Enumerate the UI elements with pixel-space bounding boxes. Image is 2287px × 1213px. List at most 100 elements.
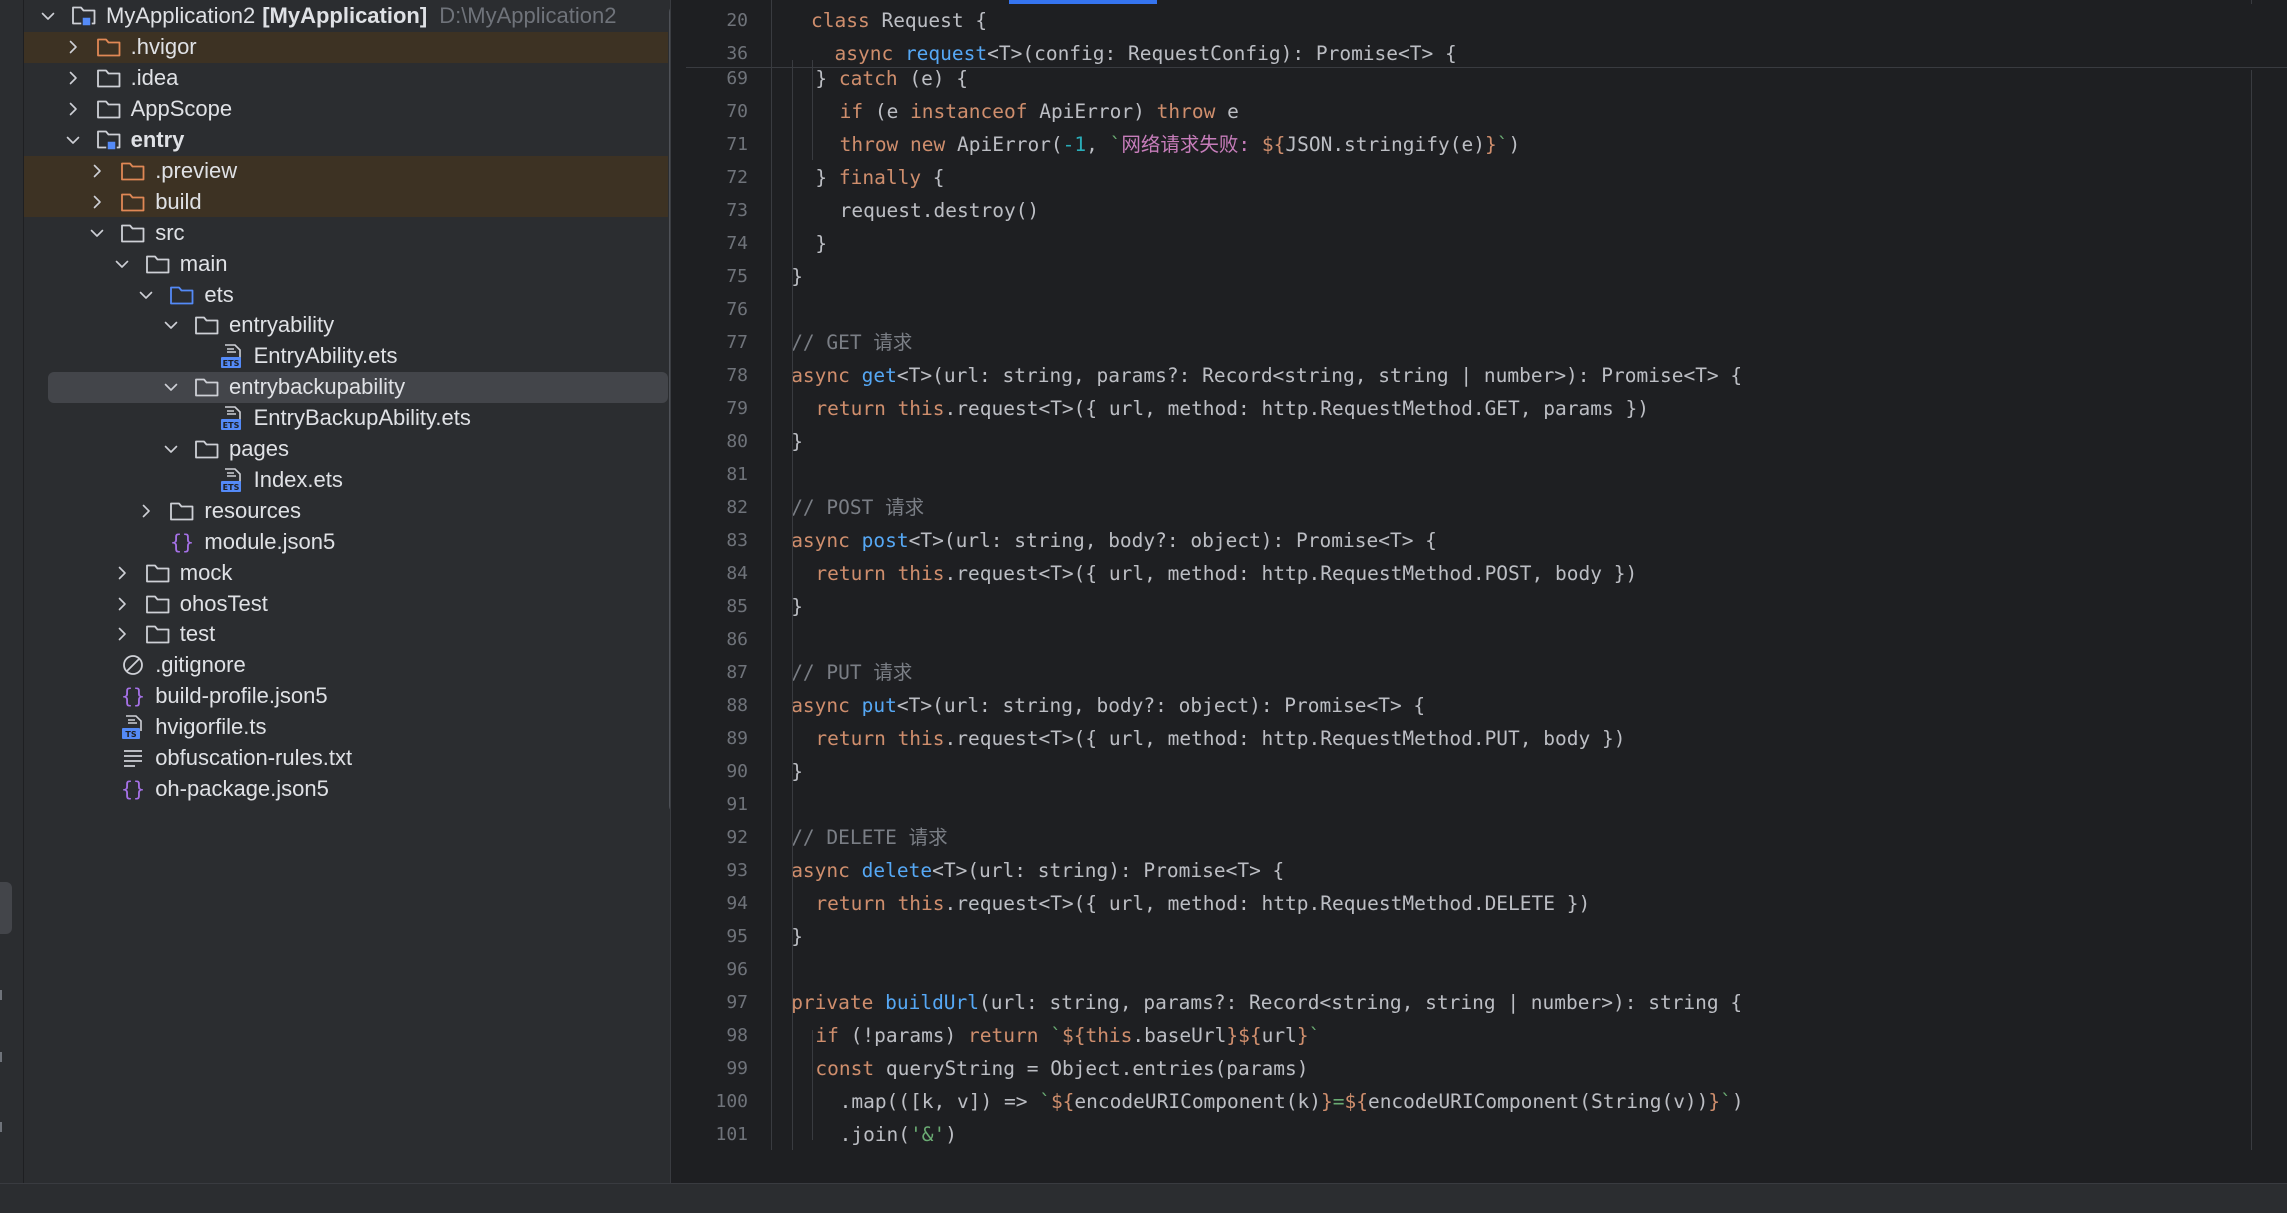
line-number: 99 (726, 1058, 748, 1079)
code-line[interactable]: async delete<T>(url: string): Promise<T>… (791, 854, 1284, 887)
code-token: 网络请求失败: (1121, 133, 1262, 156)
code-line[interactable]: .map(([k, v]) => `${encodeURIComponent(k… (840, 1085, 1744, 1118)
svg-text:{}: {} (121, 777, 145, 801)
tree-item-obfuscation-rules-txt[interactable]: obfuscation-rules.txt (24, 743, 668, 774)
code-line[interactable]: throw new ApiError(-1, `网络请求失败: ${JSON.s… (840, 128, 1521, 161)
chevron-down-icon[interactable] (110, 252, 134, 276)
tree-item-idea[interactable]: .idea (24, 63, 668, 94)
code-line[interactable]: // GET 请求 (791, 326, 912, 359)
chevron-right-icon[interactable] (85, 190, 109, 214)
chevron-right-icon[interactable] (110, 592, 134, 616)
code-token: this (1085, 1024, 1133, 1047)
code-line[interactable]: const queryString = Object.entries(param… (815, 1052, 1308, 1085)
tree-item-ets[interactable]: ets (24, 279, 668, 310)
chevron-down-icon[interactable] (85, 221, 109, 245)
sticky-line[interactable]: 20 class Request { (686, 4, 2287, 37)
line-number: 94 (726, 893, 748, 914)
code-line[interactable]: async put<T>(url: string, body?: object)… (791, 689, 1425, 722)
chevron-right-icon[interactable] (61, 66, 85, 90)
code-line[interactable]: // POST 请求 (791, 491, 924, 524)
code-line[interactable]: // DELETE 请求 (791, 821, 947, 854)
chevron-down-icon[interactable] (36, 4, 60, 28)
tree-item-src[interactable]: src (24, 217, 668, 248)
tree-item-label: build (155, 188, 202, 214)
svg-text:ETS: ETS (222, 483, 239, 492)
chevron-right-icon[interactable] (61, 35, 85, 59)
tree-item-entryability[interactable]: entryability (24, 310, 668, 341)
chevron-down-icon[interactable] (61, 128, 85, 152)
svg-text:{}: {} (170, 530, 194, 554)
code-line[interactable]: request.destroy() (840, 194, 1040, 227)
tree-item-module-json5[interactable]: {} module.json5 (24, 526, 668, 557)
code-line[interactable]: async post<T>(url: string, body?: object… (791, 524, 1437, 557)
project-tool-tab[interactable] (0, 882, 12, 934)
tree-item-hvigor[interactable]: .hvigor (24, 31, 668, 63)
chevron-right-icon[interactable] (110, 622, 134, 646)
code-editor[interactable]: 69 70 71 72 73 74 75 76 77 78 79 80 81 82 83 84 85 86 87 88… (686, 0, 2287, 1183)
chevron-right-icon[interactable] (110, 561, 134, 585)
tree-item-entrybackupability-ets[interactable]: ETS EntryBackupAbility.ets (24, 403, 668, 434)
chevron-down-icon[interactable] (159, 375, 183, 399)
tree-item-gitignore[interactable]: .gitignore (24, 650, 668, 681)
sticky-line[interactable]: 36 async request<T>(config: RequestConfi… (686, 37, 2287, 70)
tree-item-myapplication2[interactable]: MyApplication2 [MyApplication] D:\MyApplic… (24, 1, 668, 32)
tree-item-preview[interactable]: .preview (24, 155, 668, 187)
project-tree-panel: MyApplication2 [MyApplication] D:\MyApplic… (24, 0, 670, 1183)
tree-item-index-ets[interactable]: ETS Index.ets (24, 465, 668, 496)
line-number: 86 (726, 629, 748, 650)
code-line[interactable]: if (!params) return `${this.baseUrl}${ur… (815, 1019, 1320, 1052)
chevron-right-icon[interactable] (61, 97, 85, 121)
tree-item-build[interactable]: build (24, 186, 668, 218)
panel-divider[interactable] (670, 0, 686, 1183)
line-number: 91 (726, 794, 748, 815)
code-line[interactable]: return this.request<T>({ url, method: ht… (815, 557, 1637, 590)
code-token: request.destroy() (839, 199, 1040, 222)
code-token: ) (1508, 133, 1521, 156)
code-line: async request<T>(config: RequestConfig):… (811, 37, 1456, 70)
tree-item-oh-package-json5[interactable]: {} oh-package.json5 (24, 774, 668, 805)
tree-item-label: ohosTest (179, 590, 268, 616)
code-line[interactable]: return this.request<T>({ url, method: ht… (815, 722, 1625, 755)
tree-item-entrybackupability[interactable]: entrybackupability (48, 371, 668, 403)
tree-item-label: EntryAbility.ets (253, 343, 398, 369)
code-token: class (811, 9, 882, 32)
tree-item-entry[interactable]: entry (24, 125, 668, 156)
code-line[interactable]: if (e instanceof ApiError) throw e (840, 95, 1239, 128)
code-line[interactable]: return this.request<T>({ url, method: ht… (815, 392, 1649, 425)
chevron-down-icon[interactable] (159, 437, 183, 461)
code-line[interactable]: async get<T>(url: string, params?: Recor… (791, 359, 1742, 392)
tree-item-ohostest[interactable]: ohosTest (24, 588, 668, 619)
code-token: post (861, 529, 909, 552)
code-token: ${ (1344, 1090, 1368, 1113)
code-line[interactable]: // PUT 请求 (791, 656, 912, 689)
tree-item-main[interactable]: main (24, 248, 668, 279)
code-line[interactable]: } (815, 227, 827, 260)
chevron-down-icon[interactable] (134, 283, 158, 307)
source-folder-icon (168, 282, 196, 308)
code-token: ` (1308, 1024, 1321, 1047)
tree-item-pages[interactable]: pages (24, 434, 668, 465)
tree-item-mock[interactable]: mock (24, 557, 668, 588)
code-line[interactable]: } finally { (815, 161, 944, 194)
tree-item-build-profile-json5[interactable]: {} build-profile.json5 (24, 681, 668, 712)
chevron-down-icon[interactable] (159, 313, 183, 337)
ets-file-icon: ETS (218, 467, 246, 493)
tree-item-test[interactable]: test (24, 619, 668, 650)
tree-item-appscope[interactable]: AppScope (24, 94, 668, 125)
code-line[interactable]: return this.request<T>({ url, method: ht… (815, 887, 1590, 920)
tree-item-entryability-ets[interactable]: ETS EntryAbility.ets (24, 341, 668, 372)
code-line[interactable]: private buildUrl(url: string, params?: R… (791, 986, 1742, 1019)
code-token: = (1332, 1090, 1345, 1113)
tree-item-label: pages (229, 436, 289, 462)
tree-item-hvigorfile-ts[interactable]: TS hvigorfile.ts (24, 712, 668, 743)
code-line[interactable]: .join('&') (840, 1118, 957, 1151)
tree-item-resources[interactable]: resources (24, 495, 668, 526)
code-token: ApiError( (957, 133, 1063, 156)
code-token: ) (945, 1123, 958, 1146)
tree-item-label: Index.ets (253, 466, 343, 492)
chevron-right-icon[interactable] (85, 159, 109, 183)
folder-icon (144, 251, 172, 277)
code-token: .baseUrl (1132, 1024, 1227, 1047)
line-number: 72 (726, 167, 748, 188)
chevron-right-icon[interactable] (134, 499, 158, 523)
